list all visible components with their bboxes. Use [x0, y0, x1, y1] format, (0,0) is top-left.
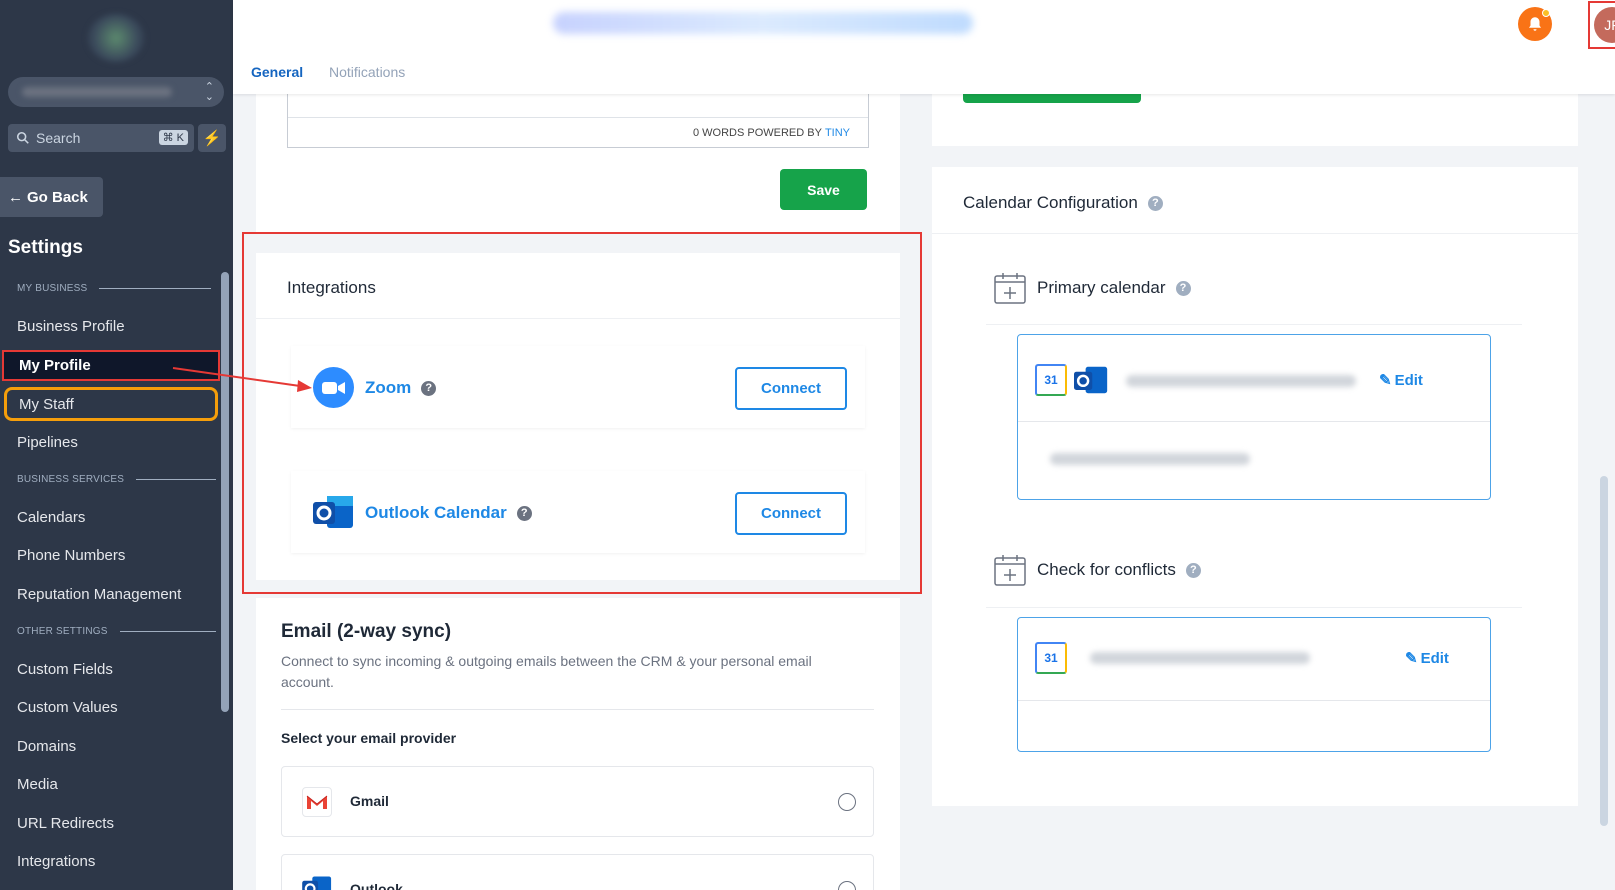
section-divider — [136, 479, 217, 480]
sidebar-item-integrations[interactable]: Integrations — [17, 853, 95, 870]
edit-icon: ✎ — [1379, 372, 1392, 389]
search-icon — [16, 131, 29, 144]
email-description: Connect to sync incoming & outgoing emai… — [281, 653, 812, 690]
page-scrollbar[interactable] — [1600, 476, 1608, 826]
google-calendar-icon: 31 — [1035, 642, 1067, 674]
conflicts-calendar-box: 31 ✎ Edit — [1017, 617, 1491, 752]
gmail-label: Gmail — [350, 793, 389, 809]
help-icon[interactable]: ? — [1175, 280, 1191, 296]
search-label: Search — [36, 130, 81, 146]
calendar-header-divider — [932, 233, 1578, 234]
section-my-business: MY BUSINESS — [17, 283, 212, 294]
word-count: 0 WORDS POWERED BY — [692, 126, 822, 139]
gmail-provider-option[interactable]: Gmail — [281, 766, 874, 837]
sidebar-item-custom-values[interactable]: Custom Values — [17, 699, 118, 716]
google-calendar-icon: 31 — [1035, 364, 1067, 396]
sidebar-item-custom-fields[interactable]: Custom Fields — [17, 661, 113, 678]
edit-icon: ✎ — [1405, 650, 1418, 667]
email-provider-label: Select your email provider — [281, 730, 457, 746]
primary-account-redacted — [1126, 375, 1356, 387]
sidebar-item-domains[interactable]: Domains — [17, 738, 76, 755]
conflicts-edit-link[interactable]: ✎ Edit — [1405, 649, 1449, 668]
save-button[interactable]: Save — [780, 169, 867, 210]
primary-calendar-name-redacted — [1050, 453, 1250, 465]
location-name-redacted — [22, 87, 172, 97]
help-icon[interactable]: ? — [1185, 562, 1201, 578]
section-label: OTHER SETTINGS — [17, 626, 108, 637]
section-business-services: BUSINESS SERVICES — [17, 474, 217, 485]
sidebar-item-media[interactable]: Media — [17, 776, 58, 793]
gmail-icon — [302, 787, 332, 817]
edit-label: Edit — [1394, 371, 1423, 389]
primary-calendar-label: Primary calendar — [1037, 278, 1166, 297]
lightning-bolt-icon[interactable]: ⚡ — [198, 124, 226, 152]
primary-divider — [986, 324, 1522, 325]
bell-icon — [1529, 17, 1541, 31]
gmail-radio[interactable] — [838, 793, 856, 811]
email-title: Email (2-way sync) — [281, 621, 452, 642]
arrow-left-icon: ← — [8, 188, 23, 206]
search-shortcut: ⌘ K — [158, 130, 188, 145]
section-label: BUSINESS SERVICES — [17, 474, 125, 485]
conflicts-account-redacted — [1090, 652, 1310, 664]
outlook-radio[interactable] — [838, 881, 856, 890]
primary-box-divider — [1018, 421, 1490, 422]
tab-general[interactable]: General — [251, 64, 303, 80]
conflicts-divider — [986, 607, 1522, 608]
notification-dot — [1542, 9, 1550, 17]
check-conflicts-label: Check for conflicts — [1037, 560, 1176, 579]
outlook-icon — [302, 875, 332, 890]
sidebar-item-phone-numbers[interactable]: Phone Numbers — [17, 547, 125, 564]
tiny-link[interactable]: TINY — [825, 127, 850, 139]
section-label: MY BUSINESS — [17, 283, 88, 294]
green-button-edge[interactable] — [963, 94, 1141, 103]
company-logo — [88, 14, 144, 62]
sidebar-search[interactable]: Search ⌘ K — [8, 124, 194, 152]
avatar-highlight[interactable]: JF — [1588, 1, 1615, 49]
notifications-button[interactable] — [1518, 7, 1552, 41]
conflicts-box-divider — [1018, 700, 1490, 701]
check-conflicts-header: Check for conflicts ? — [993, 553, 1201, 587]
sidebar-item-reputation-management[interactable]: Reputation Management — [17, 586, 181, 603]
outlook-provider-option[interactable]: Outlook — [281, 854, 874, 890]
chevron-up-down-icon: ⌃ ⌄ — [204, 81, 214, 103]
tab-notifications[interactable]: Notifications — [329, 64, 405, 80]
calendar-config-header: Calendar Configuration ? — [963, 193, 1163, 213]
sidebar: ⌃ ⌄ Search ⌘ K ⚡ ← Go Back Settings MY BU… — [0, 0, 233, 890]
avatar[interactable]: JF — [1594, 7, 1615, 43]
calendar-add-icon — [994, 555, 1026, 586]
sidebar-item-my-profile[interactable]: My Profile — [2, 350, 220, 381]
sidebar-item-my-staff[interactable]: My Staff — [4, 387, 218, 421]
sidebar-item-url-redirects[interactable]: URL Redirects — [17, 815, 114, 832]
top-bar: General Notifications JF — [233, 0, 1615, 94]
sidebar-item-calendars[interactable]: Calendars — [17, 509, 85, 526]
help-icon[interactable]: ? — [1147, 195, 1163, 211]
section-other-settings: OTHER SETTINGS — [17, 626, 216, 637]
go-back-label: Go Back — [27, 188, 88, 206]
sidebar-scrollbar[interactable] — [221, 272, 229, 712]
location-switcher[interactable]: ⌃ ⌄ — [8, 77, 224, 107]
primary-calendar-header: Primary calendar ? — [993, 271, 1191, 305]
email-divider — [281, 709, 874, 710]
integrations-annotation-outline — [242, 232, 922, 594]
signature-editor[interactable]: 0 WORDS POWERED BY TINY — [287, 90, 869, 148]
primary-calendar-box: 31 ✎ Edit — [1017, 334, 1491, 500]
calendar-add-icon — [994, 273, 1026, 304]
outlook-label: Outlook — [350, 881, 403, 890]
section-divider — [119, 631, 216, 632]
outlook-icon — [1074, 364, 1108, 396]
go-back-button[interactable]: ← Go Back — [0, 177, 103, 217]
section-divider — [99, 288, 212, 289]
top-banner-redacted — [553, 12, 973, 34]
primary-edit-link[interactable]: ✎ Edit — [1379, 371, 1423, 390]
sidebar-item-pipelines[interactable]: Pipelines — [17, 434, 78, 451]
calendar-config-title: Calendar Configuration — [963, 193, 1138, 212]
settings-title: Settings — [8, 237, 83, 258]
sidebar-item-business-profile[interactable]: Business Profile — [17, 318, 125, 335]
editor-status-bar: 0 WORDS POWERED BY TINY — [288, 117, 868, 147]
edit-label: Edit — [1420, 649, 1449, 667]
